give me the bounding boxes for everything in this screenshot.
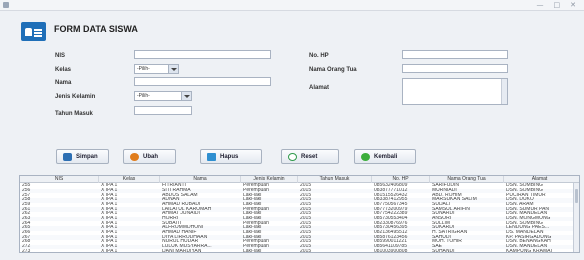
back-icon: [361, 152, 370, 161]
hapus-button[interactable]: Hapus: [200, 149, 262, 164]
kembali-button[interactable]: Kembali: [354, 149, 416, 164]
table-scrollbar[interactable]: [573, 183, 579, 252]
app-icon: [3, 2, 9, 8]
table-header: NIS Kelas Nama Jenis Kelamin Tahun Masuk…: [20, 176, 579, 183]
tahun-masuk-label: Tahun Masuk: [55, 111, 93, 117]
student-card-icon: [21, 22, 46, 41]
table-cell: KAMPUNG KRAMAT: [506, 248, 554, 253]
nama-orang-tua-input[interactable]: [402, 64, 508, 73]
table-cell: DANI MARDIYAN: [162, 248, 202, 253]
table-scrollbar-thumb[interactable]: [575, 189, 578, 203]
column-header-nis[interactable]: NIS: [20, 176, 99, 183]
jenis-kelamin-label: Jenis Kelamin: [55, 94, 96, 100]
app-window: — □ ✕ FORM DATA SISWA NIS Kelas -Pilih- …: [0, 0, 584, 260]
column-header-no-hp[interactable]: No. HP: [372, 176, 430, 183]
column-header-tahun-masuk[interactable]: Tahun Masuk: [298, 176, 372, 183]
simpan-button[interactable]: Simpan: [56, 149, 109, 164]
alamat-label: Alamat: [309, 85, 330, 91]
hapus-button-label: Hapus: [220, 153, 239, 160]
reset-button-label: Reset: [301, 153, 318, 160]
jenis-kelamin-select[interactable]: -Pilih-: [134, 91, 192, 101]
kelas-select[interactable]: -Pilih-: [134, 64, 179, 74]
kelas-select-value: -Pilih-: [137, 66, 150, 72]
ubah-button-label: Ubah: [143, 153, 158, 160]
title-bar: — □ ✕: [0, 0, 584, 11]
reset-button[interactable]: Reset: [281, 149, 339, 164]
kembali-button-label: Kembali: [374, 153, 398, 160]
minimize-button[interactable]: —: [537, 0, 544, 11]
table-cell: 081003900808: [374, 248, 408, 253]
column-header-alamat[interactable]: Alamat: [504, 176, 575, 183]
table-cell: 2015: [300, 248, 312, 253]
chevron-down-icon: [181, 92, 191, 100]
jenis-kelamin-select-value: -Pilih-: [137, 93, 150, 99]
chevron-down-icon: [168, 65, 178, 73]
alamat-scrollbar[interactable]: [501, 79, 507, 104]
save-icon: [63, 152, 72, 161]
column-header-jenis-kelamin[interactable]: Jenis Kelamin: [241, 176, 298, 183]
table-cell: SUHANDI: [432, 248, 455, 253]
table-cell: 273: [22, 248, 31, 253]
data-table[interactable]: NIS Kelas Nama Jenis Kelamin Tahun Masuk…: [19, 175, 580, 253]
nama-orang-tua-label: Nama Orang Tua: [309, 67, 357, 73]
column-header-nama-orang-tua[interactable]: Nama Orang Tua: [430, 176, 504, 183]
column-header-nama[interactable]: Nama: [160, 176, 241, 183]
no-hp-label: No. HP: [309, 53, 329, 59]
no-hp-input[interactable]: [402, 50, 508, 59]
kelas-label: Kelas: [55, 67, 72, 73]
alamat-textarea[interactable]: [402, 78, 508, 105]
table-row[interactable]: 273 X IPA 1 DANI MARDIYAN Laki-laki 2015 0810…: [20, 248, 575, 253]
nis-input[interactable]: [134, 50, 271, 59]
delete-icon: [207, 152, 216, 161]
simpan-button-label: Simpan: [76, 153, 98, 160]
ubah-button[interactable]: Ubah: [123, 149, 176, 164]
nama-label: Nama: [55, 80, 72, 86]
close-button[interactable]: ✕: [570, 0, 576, 11]
nama-input[interactable]: [134, 77, 271, 86]
tahun-masuk-input[interactable]: [134, 106, 192, 115]
table-cell: Laki-laki: [243, 248, 262, 253]
table-cell: X IPA 1: [101, 248, 118, 253]
maximize-button[interactable]: □: [554, 0, 561, 11]
edit-icon: [130, 152, 139, 161]
page-title: FORM DATA SISWA: [54, 24, 138, 34]
column-header-kelas[interactable]: Kelas: [99, 176, 160, 183]
reset-icon: [288, 152, 297, 161]
nis-label: NIS: [55, 53, 66, 59]
